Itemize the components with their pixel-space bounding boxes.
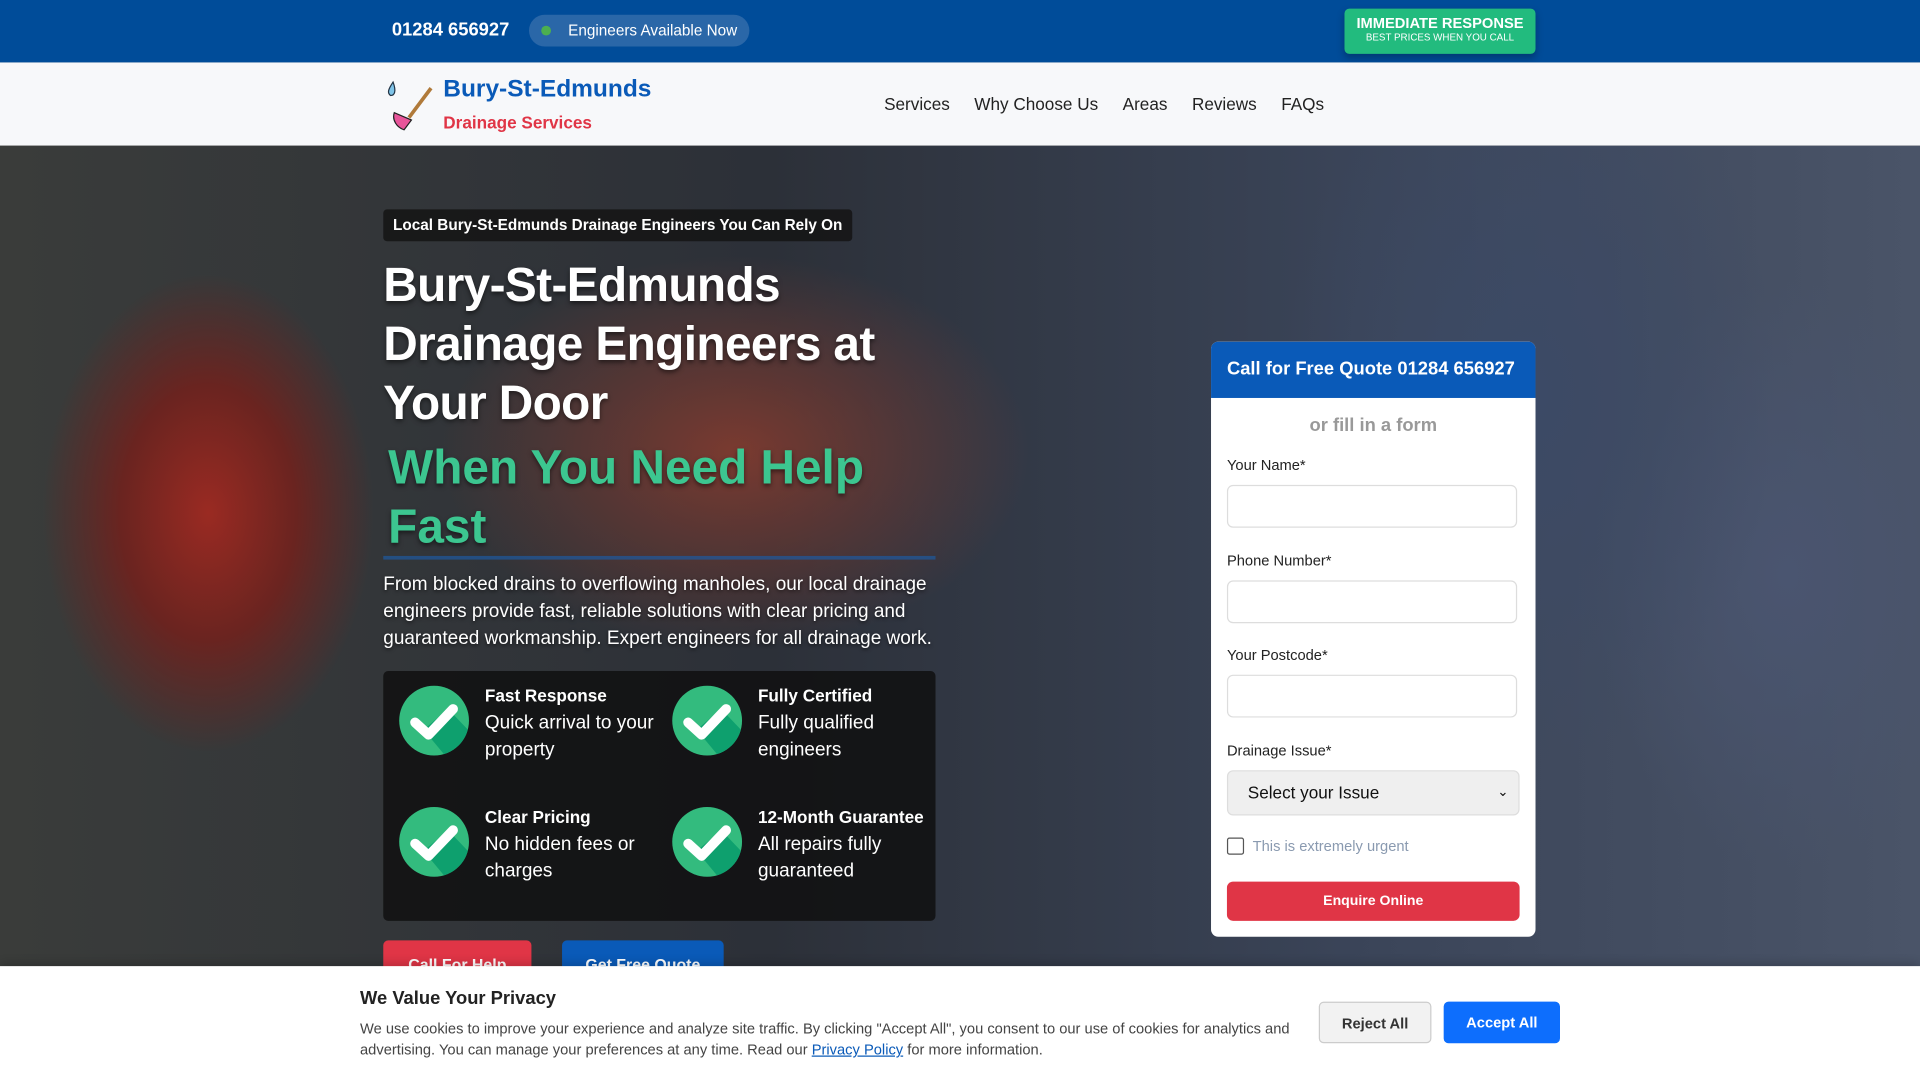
nav-item-areas[interactable]: Areas — [1123, 94, 1168, 114]
feature-text: Fully qualified engineers — [757, 712, 875, 761]
hero-tag: Local Bury-St-Edmunds Drainage Engineers… — [383, 209, 853, 242]
features-box: Fast Response Quick arrival to your prope… — [383, 671, 936, 921]
accept-all-button[interactable]: Accept All — [1443, 1001, 1561, 1044]
form-or-text: or fill in a form — [1309, 415, 1438, 436]
nav-item-reviews[interactable]: Reviews — [1192, 94, 1257, 114]
cookie-title: We Value Your Privacy — [360, 988, 557, 1009]
form-header[interactable]: Call for Free Quote 01284 656927 — [1211, 341, 1536, 398]
cookie-text-after: for more information. — [903, 1040, 1043, 1058]
chevron-down-icon: ⌄ — [1497, 784, 1509, 800]
plunger-logo-icon[interactable] — [384, 78, 435, 132]
issue-select[interactable]: Select your Issue ⌄ — [1226, 770, 1520, 816]
cta-subtitle: BEST PRICES WHEN YOU CALL — [1365, 31, 1515, 43]
hero-description: From blocked drains to overflowing manho… — [383, 574, 932, 649]
enquire-online-button[interactable]: Enquire Online — [1226, 881, 1520, 921]
availability-text: Engineers Available Now — [568, 22, 738, 40]
feature-title: Fast Response — [484, 685, 607, 706]
cookie-text: We use cookies to improve your experienc… — [360, 1019, 1291, 1061]
brand-subtitle: Drainage Services — [443, 112, 592, 133]
privacy-policy-link[interactable]: Privacy Policy — [812, 1041, 903, 1058]
immediate-response-button[interactable]: IMMEDIATE RESPONSE BEST PRICES WHEN YOU C… — [1344, 8, 1536, 54]
availability-badge: Engineers Available Now — [528, 14, 750, 47]
postcode-input[interactable] — [1226, 674, 1518, 718]
nav-item-services[interactable]: Services — [884, 94, 950, 114]
hero-subtitle: When You Need Help Fast — [388, 442, 864, 554]
urgent-label[interactable]: This is extremely urgent — [1253, 838, 1409, 855]
feature-title: 12-Month Guarantee — [757, 806, 924, 827]
feature-text: Quick arrival to your property — [484, 712, 654, 761]
brand-name[interactable]: Bury-St-Edmunds — [443, 76, 651, 104]
phone-label: Phone Number* — [1226, 552, 1332, 570]
divider — [383, 555, 936, 560]
check-icon — [672, 806, 743, 877]
nav-item-faqs[interactable]: FAQs — [1281, 94, 1324, 114]
check-icon — [672, 685, 743, 756]
cta-title: IMMEDIATE RESPONSE — [1356, 14, 1524, 32]
name-label: Your Name* — [1226, 456, 1306, 474]
issue-selected-value: Select your Issue — [1247, 782, 1380, 803]
nav-menu: Services Why Choose Us Areas Reviews FAQ… — [884, 94, 1324, 114]
hero-background — [0, 145, 1920, 1080]
urgent-checkbox[interactable] — [1226, 837, 1245, 855]
feature-text: All repairs fully guaranteed — [757, 833, 882, 882]
nav-item-why-choose-us[interactable]: Why Choose Us — [974, 94, 1098, 114]
feature-text: No hidden fees or charges — [484, 833, 635, 882]
name-input[interactable] — [1226, 484, 1518, 528]
top-phone-link[interactable]: 01284 656927 — [392, 20, 509, 41]
reject-all-button[interactable]: Reject All — [1318, 1001, 1432, 1044]
top-bar: 01284 656927 Engineers Available Now IMM… — [0, 0, 1920, 63]
feature-title: Fully Certified — [757, 685, 873, 706]
cookie-banner: We Value Your Privacy We use cookies to … — [0, 966, 1920, 1080]
check-icon — [399, 685, 469, 756]
status-dot-icon — [541, 25, 552, 36]
hero-title: Bury-St-Edmunds Drainage Engineers at Yo… — [383, 259, 875, 430]
issue-label: Drainage Issue* — [1226, 742, 1332, 760]
feature-title: Clear Pricing — [484, 806, 591, 827]
postcode-label: Your Postcode* — [1226, 646, 1328, 664]
check-icon — [399, 806, 469, 877]
phone-input[interactable] — [1226, 580, 1518, 624]
quote-form: Call for Free Quote 01284 656927 or fill… — [1211, 341, 1536, 937]
